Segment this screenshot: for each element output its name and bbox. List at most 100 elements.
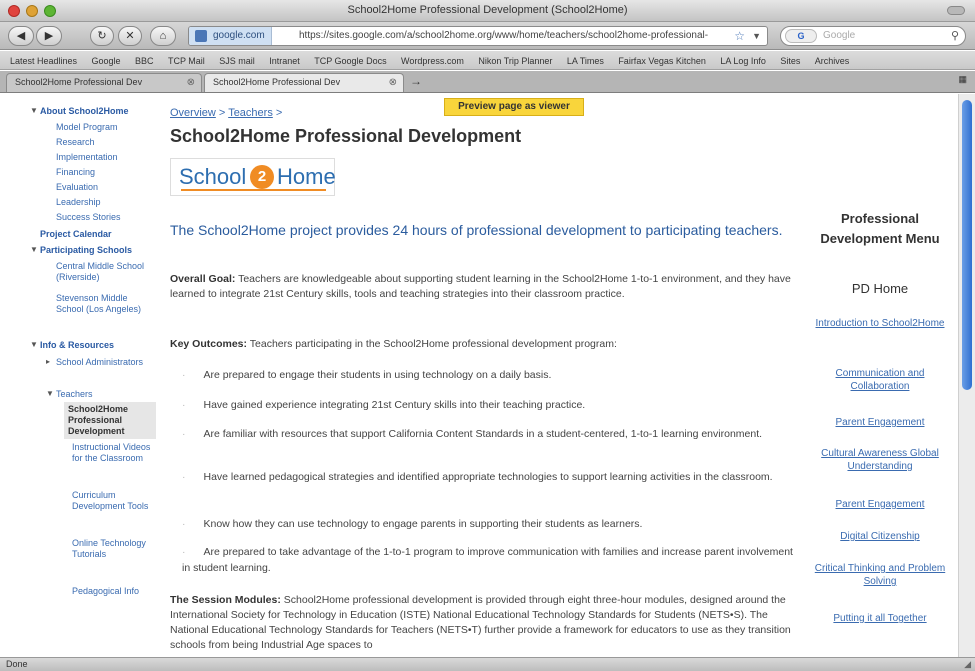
sidebar-item[interactable]: Evaluation [56,182,98,193]
status-bar: Done ◢ [0,657,975,671]
session-modules-label: The Session Modules: [170,594,281,606]
bookmark-item[interactable]: Latest Headlines [10,52,77,69]
address-bar[interactable]: google.com https://sites.google.com/a/sc… [188,26,768,46]
menu-link-introduction[interactable]: Introduction to School2Home [810,317,950,330]
breadcrumb-overview-link[interactable]: Overview [170,107,216,119]
toolbar-toggle-button[interactable] [947,6,965,15]
navigation-toolbar: ◀ ▶ ↻ ✕ ⌂ google.com https://sites.googl… [0,22,975,50]
overall-goal-paragraph: Overall Goal: Teachers are knowledgeable… [170,272,800,302]
tab-bar: School2Home Professional Dev ⊗ School2Ho… [0,71,975,93]
search-engine-selector[interactable]: G [785,29,817,43]
expand-triangle-icon[interactable]: ▼ [30,340,38,349]
sidebar-item-participating-schools[interactable]: Participating Schools [40,245,132,256]
breadcrumb-teachers-link[interactable]: Teachers [228,107,273,119]
menu-link-digital-citizenship[interactable]: Digital Citizenship [810,530,950,543]
menu-link-critical-thinking[interactable]: Critical Thinking and Problem Solving [810,562,950,588]
sidebar-item[interactable]: Model Program [56,122,118,133]
sidebar-item[interactable]: Success Stories [56,212,121,223]
stop-button[interactable]: ✕ [118,26,142,46]
forward-button[interactable]: ▶ [36,26,62,46]
window-titlebar: School2Home Professional Development (Sc… [0,0,975,22]
breadcrumb-separator: > [218,107,229,119]
menu-link-parent-engagement-2[interactable]: Parent Engagement [810,498,950,511]
scrollbar-thumb[interactable] [962,100,972,390]
sidebar-item[interactable]: Leadership [56,197,101,208]
bookmark-item[interactable]: LA Log Info [720,52,766,69]
sidebar-item[interactable]: Research [56,137,95,148]
window-title: School2Home Professional Development (Sc… [347,4,628,16]
session-modules-paragraph: The Session Modules: School2Home profess… [170,593,800,653]
bookmark-item[interactable]: Archives [815,52,850,69]
bullet-icon: · [182,369,186,381]
pd-home-label: PD Home [851,281,909,296]
tab-active[interactable]: School2Home Professional Dev ⊗ [204,73,404,92]
logo-text-right: Home [277,164,336,189]
expand-triangle-icon[interactable]: ▼ [30,106,38,115]
url-history-dropdown-icon[interactable]: ▼ [752,27,761,45]
bookmark-item[interactable]: SJS mail [219,52,255,69]
sidebar-item[interactable]: Curriculum Development Tools [72,490,152,512]
bookmark-item[interactable]: LA Times [567,52,604,69]
preview-page-as-viewer-button[interactable]: Preview page as viewer [444,98,584,116]
expand-triangle-icon[interactable]: ▼ [30,245,38,254]
bookmark-star-icon[interactable]: ☆ [734,27,745,45]
bookmark-item[interactable]: Sites [780,52,800,69]
back-button[interactable]: ◀ [8,26,34,46]
outcome-text: Are prepared to engage their students in… [203,369,552,381]
sidebar-item-school-administrators[interactable]: School Administrators [56,357,152,368]
outcome-text: Are prepared to take advantage of the 1-… [182,546,793,574]
outcome-list-item: · Have learned pedagogical strategies and… [182,469,800,485]
sidebar-item-selected[interactable]: School2Home Professional Development [64,402,156,439]
menu-link-communication[interactable]: Communication and Collaboration [810,367,950,393]
sidebar-item-about[interactable]: About School2Home [40,106,129,117]
bookmark-item[interactable]: Intranet [269,52,300,69]
bookmark-item[interactable]: Google [92,52,121,69]
collapsed-triangle-icon[interactable]: ▸ [46,357,50,366]
bullet-icon: · [182,399,186,411]
reload-button[interactable]: ↻ [90,26,114,46]
close-tab-icon[interactable]: ⊗ [187,74,195,91]
sidebar-item-info-resources[interactable]: Info & Resources [40,340,114,351]
sidebar-item[interactable]: Implementation [56,152,118,163]
tab-label: School2Home Professional Dev [213,77,341,87]
site-identity-button[interactable]: google.com [189,27,272,45]
close-tab-icon[interactable]: ⊗ [389,74,397,91]
bookmark-item[interactable]: Nikon Trip Planner [478,52,552,69]
sidebar-item[interactable]: Financing [56,167,95,178]
resize-grip-icon[interactable]: ◢ [964,658,971,671]
sidebar-item[interactable]: Stevenson Middle School (Los Angeles) [56,293,152,315]
key-outcomes-text: Teachers participating in the School2Hom… [249,338,617,350]
tab[interactable]: School2Home Professional Dev ⊗ [6,73,202,92]
sidebar-item-teachers[interactable]: Teachers [56,389,93,400]
menu-link-parent-engagement[interactable]: Parent Engagement [810,416,950,429]
expand-triangle-icon[interactable]: ▼ [46,389,54,398]
search-input[interactable]: Google [823,27,855,45]
tab-list-icon[interactable]: ▦ [958,74,967,85]
web-page: ▼ About School2Home Model Program Resear… [0,94,958,657]
search-bar[interactable]: G Google ⚲ [780,26,966,46]
vertical-scrollbar[interactable] [958,94,975,657]
sidebar-item[interactable]: Instructional Videos for the Classroom [72,442,152,464]
outcome-text: Know how they can use technology to enga… [203,518,643,530]
key-outcomes-label: Key Outcomes: [170,338,248,350]
sidebar-item[interactable]: Pedagogical Info [72,586,152,597]
status-text: Done [6,659,28,669]
menu-link-putting-together[interactable]: Putting it all Together [810,612,950,625]
new-tab-icon[interactable]: → [410,74,422,88]
sidebar-item-project-calendar[interactable]: Project Calendar [40,229,112,240]
bookmarks-toolbar: Latest Headlines Google BBC TCP Mail SJS… [0,51,975,70]
bookmark-item[interactable]: Wordpress.com [401,52,464,69]
back-arrow-icon: ◀ [16,30,26,42]
sidebar-item[interactable]: Central Middle School (Riverside) [56,261,152,283]
tab-label: School2Home Professional Dev [15,77,143,87]
bookmark-item[interactable]: TCP Mail [168,52,205,69]
bookmark-item[interactable]: TCP Google Docs [314,52,386,69]
sidebar-item[interactable]: Online Technology Tutorials [72,538,152,560]
url-text[interactable]: https://sites.google.com/a/school2home.o… [299,27,727,45]
home-button[interactable]: ⌂ [150,26,176,46]
bullet-icon: · [182,471,186,483]
bookmark-item[interactable]: Fairfax Vegas Kitchen [618,52,706,69]
bookmark-item[interactable]: BBC [135,52,154,69]
search-icon[interactable]: ⚲ [951,27,959,45]
menu-link-cultural-awareness[interactable]: Cultural Awareness Global Understanding [810,447,950,473]
